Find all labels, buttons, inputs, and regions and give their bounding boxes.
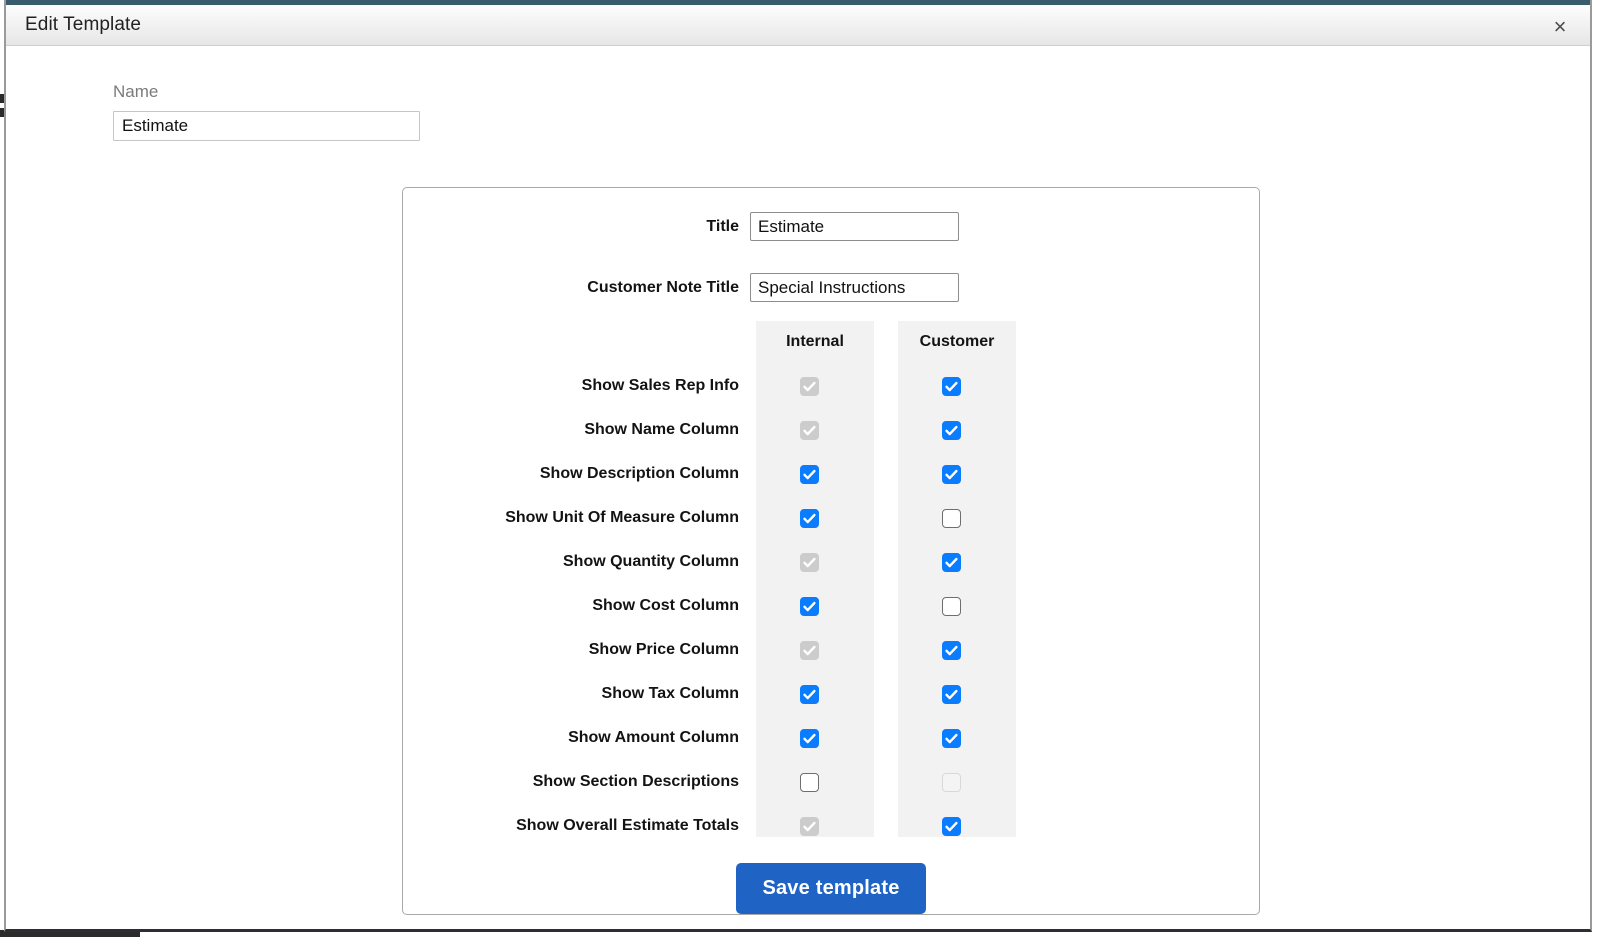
checkbox-cell-internal <box>750 464 868 484</box>
checkbox-cell-customer <box>892 464 1010 484</box>
checkbox-cell-internal <box>750 420 868 440</box>
column-header-customer: Customer <box>919 333 995 350</box>
checkbox-internal <box>799 640 819 660</box>
title-label: Title <box>706 217 739 235</box>
checkbox-cell-internal <box>750 816 868 836</box>
checkbox-customer[interactable] <box>941 640 961 660</box>
checkbox-row: Show Description Column <box>403 452 1259 496</box>
checkbox-row: Show Price Column <box>403 628 1259 672</box>
checkbox-customer[interactable] <box>941 464 961 484</box>
checkbox-cell-customer <box>892 728 1010 748</box>
title-field-row: Title <box>403 212 959 241</box>
checkbox-row: Show Section Descriptions <box>403 760 1259 804</box>
checkbox-internal[interactable] <box>799 596 819 616</box>
checkbox-cell-customer <box>892 816 1010 836</box>
save-button-container: Save template <box>403 863 1259 914</box>
name-field-group: Name <box>113 82 420 141</box>
modal-body: Name Title Customer Note Title Internal … <box>6 46 1590 926</box>
template-settings-panel: Title Customer Note Title Internal Custo… <box>402 187 1260 915</box>
checkbox-cell-internal <box>750 376 868 396</box>
customer-note-title-input[interactable] <box>750 273 959 302</box>
save-template-button[interactable]: Save template <box>736 863 926 914</box>
checkbox-internal <box>799 552 819 572</box>
checkbox-row: Show Quantity Column <box>403 540 1259 584</box>
checkbox-customer[interactable] <box>941 728 961 748</box>
checkbox-row-label: Show Overall Estimate Totals <box>516 817 739 834</box>
customer-note-title-label: Customer Note Title <box>587 278 739 296</box>
checkbox-customer[interactable] <box>941 420 961 440</box>
checkbox-cell-internal <box>750 552 868 572</box>
checkbox-internal[interactable] <box>799 772 819 792</box>
checkbox-row-label: Show Price Column <box>588 641 739 658</box>
checkbox-customer[interactable] <box>941 508 961 528</box>
checkbox-row-label: Show Quantity Column <box>563 553 739 570</box>
checkbox-rows: Show Sales Rep Info Show Name Column Show … <box>403 364 1259 848</box>
checkbox-row-label: Show Section Descriptions <box>532 773 739 790</box>
checkbox-internal <box>799 816 819 836</box>
edit-template-modal: Edit Template × Name Title Customer Note… <box>4 0 1592 932</box>
checkbox-customer[interactable] <box>941 596 961 616</box>
checkbox-cell-internal <box>750 772 868 792</box>
checkbox-row: Show Unit Of Measure Column <box>403 496 1259 540</box>
checkbox-row: Show Cost Column <box>403 584 1259 628</box>
checkbox-row-label: Show Unit Of Measure Column <box>505 509 739 526</box>
checkbox-internal[interactable] <box>799 464 819 484</box>
checkbox-cell-customer <box>892 684 1010 704</box>
checkbox-row-label: Show Amount Column <box>568 729 739 746</box>
checkbox-row-label: Show Sales Rep Info <box>581 377 739 394</box>
checkbox-cell-internal <box>750 508 868 528</box>
customer-note-title-field-row: Customer Note Title <box>403 273 959 302</box>
checkbox-row-label: Show Name Column <box>584 421 739 438</box>
checkbox-internal[interactable] <box>799 508 819 528</box>
checkbox-cell-customer <box>892 420 1010 440</box>
checkbox-customer <box>941 772 961 792</box>
name-input[interactable] <box>113 111 420 141</box>
title-input[interactable] <box>750 212 959 241</box>
checkbox-cell-customer <box>892 596 1010 616</box>
column-header-internal: Internal <box>786 333 844 350</box>
modal-titlebar: Edit Template × <box>6 0 1590 46</box>
checkbox-customer[interactable] <box>941 376 961 396</box>
checkbox-row-label: Show Description Column <box>539 465 739 482</box>
checkbox-row-label: Show Cost Column <box>592 597 739 614</box>
checkbox-row: Show Name Column <box>403 408 1259 452</box>
checkbox-cell-internal <box>750 640 868 660</box>
checkbox-cell-internal <box>750 684 868 704</box>
checkbox-cell-customer <box>892 552 1010 572</box>
checkbox-row: Show Amount Column <box>403 716 1259 760</box>
name-label: Name <box>113 82 159 101</box>
checkbox-row-label: Show Tax Column <box>601 685 739 702</box>
checkbox-customer[interactable] <box>941 684 961 704</box>
checkbox-internal <box>799 376 819 396</box>
close-icon[interactable]: × <box>1543 10 1577 44</box>
checkbox-cell-customer <box>892 640 1010 660</box>
checkbox-cell-customer <box>892 772 1010 792</box>
modal-title: Edit Template <box>25 14 142 35</box>
checkbox-row: Show Sales Rep Info <box>403 364 1259 408</box>
checkbox-cell-customer <box>892 508 1010 528</box>
checkbox-cell-internal <box>750 596 868 616</box>
checkbox-cell-customer <box>892 376 1010 396</box>
checkbox-customer[interactable] <box>941 552 961 572</box>
checkbox-internal[interactable] <box>799 728 819 748</box>
checkbox-row: Show Overall Estimate Totals <box>403 804 1259 848</box>
checkbox-row: Show Tax Column <box>403 672 1259 716</box>
checkbox-customer[interactable] <box>941 816 961 836</box>
checkbox-internal <box>799 420 819 440</box>
checkbox-internal[interactable] <box>799 684 819 704</box>
checkbox-cell-internal <box>750 728 868 748</box>
